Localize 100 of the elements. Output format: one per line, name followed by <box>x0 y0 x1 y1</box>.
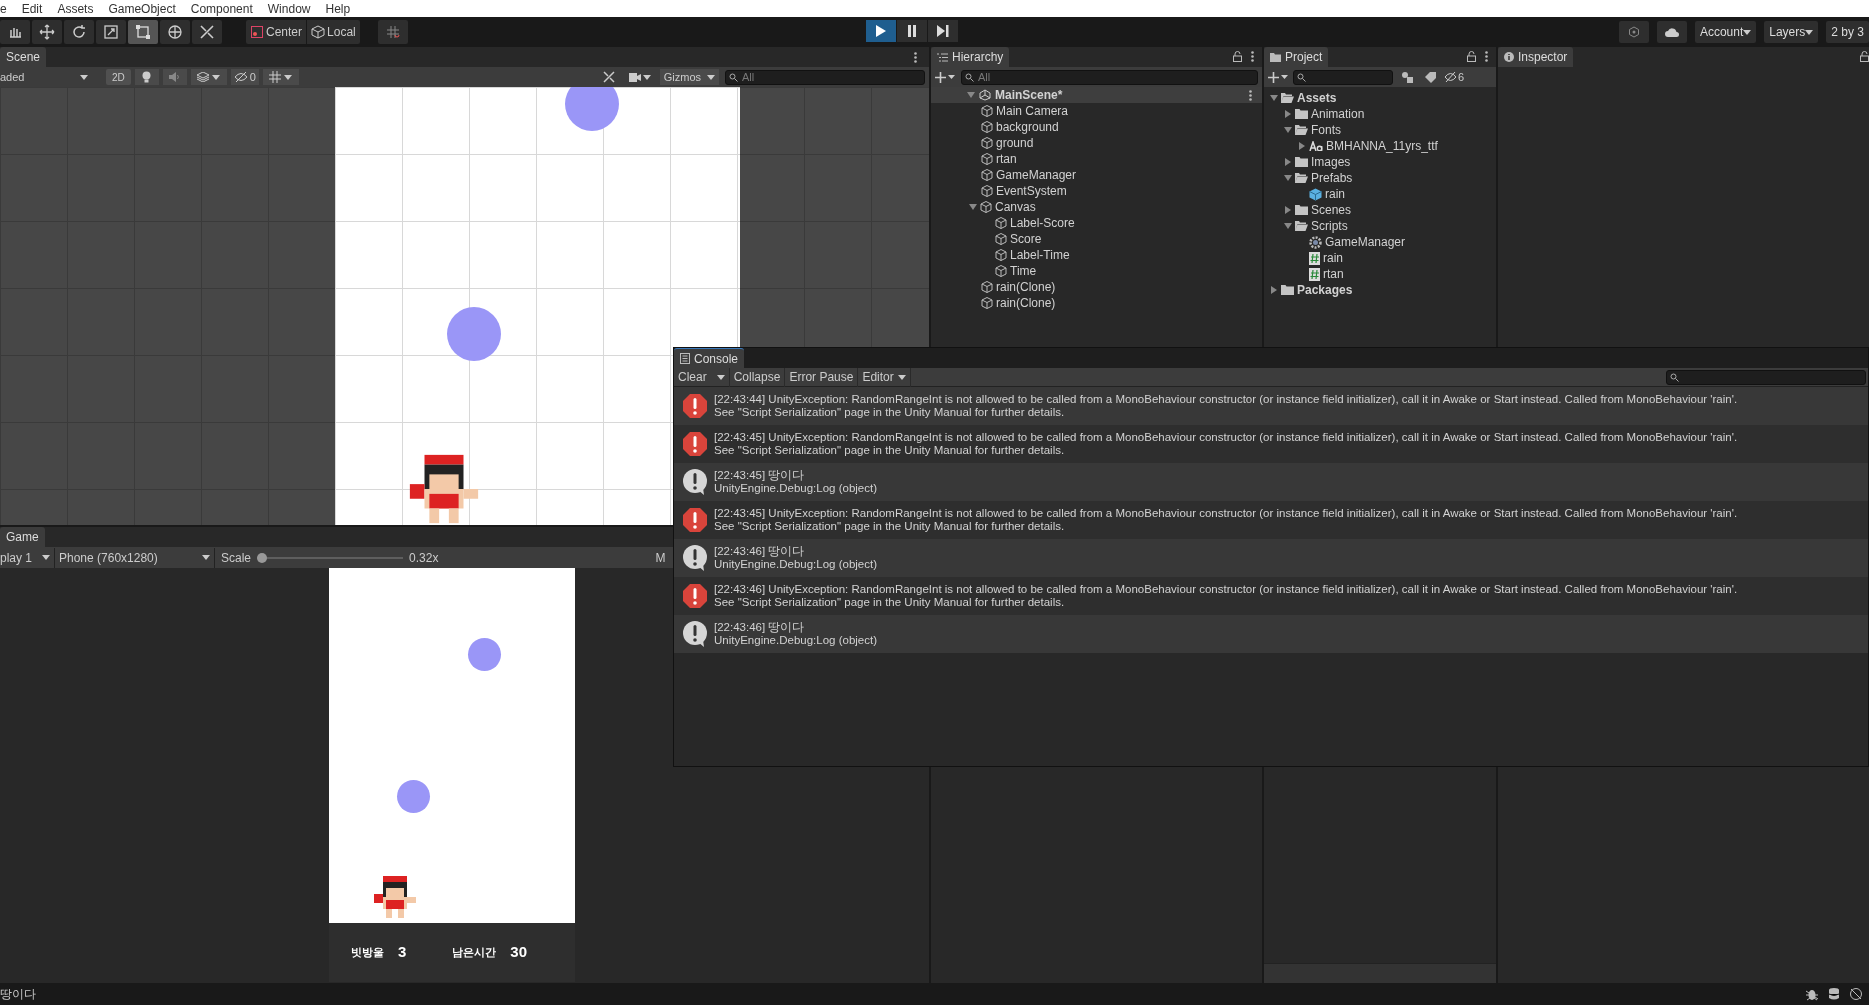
project-item[interactable]: Scenes <box>1264 202 1496 218</box>
hidden-packages-toggle[interactable]: 6 <box>1444 69 1465 85</box>
database-icon[interactable] <box>1827 987 1841 1001</box>
hierarchy-item[interactable]: rain(Clone) <box>931 279 1262 295</box>
hierarchy-item[interactable]: Label-Score <box>931 215 1262 231</box>
network-icon[interactable] <box>1849 987 1863 1001</box>
hierarchy-item[interactable]: Label-Time <box>931 247 1262 263</box>
gear-icon <box>1309 235 1322 249</box>
scale-slider[interactable] <box>257 552 404 563</box>
audio-button[interactable] <box>162 69 187 85</box>
hierarchy-tab[interactable]: Hierarchy <box>931 47 1010 67</box>
play-button[interactable] <box>866 20 896 42</box>
hierarchy-item[interactable]: Score <box>931 231 1262 247</box>
open-folder-icon <box>1295 173 1308 183</box>
console-entry[interactable]: [22:43:45] 땅이다 UnityEngine.Debug:Log (object) <box>674 463 1868 501</box>
tool-button[interactable] <box>96 20 126 44</box>
game-tab[interactable]: Game <box>0 527 45 547</box>
menu-item[interactable]: Component <box>190 0 253 18</box>
slider-thumb[interactable] <box>257 552 268 563</box>
menu-item[interactable]: Assets <box>57 0 94 18</box>
hierarchy-item[interactable]: ground <box>931 135 1262 151</box>
add-dropdown[interactable] <box>935 71 955 83</box>
space-button[interactable]: Local <box>307 20 360 44</box>
bug-icon[interactable] <box>1805 987 1819 1001</box>
resolution-dropdown[interactable]: Phone (760x1280) <box>55 547 215 568</box>
step-button[interactable] <box>928 20 958 42</box>
hierarchy-item[interactable]: background <box>931 119 1262 135</box>
project-item[interactable]: BMHANNA_11yrs_ttf <box>1264 138 1496 154</box>
console-entry[interactable] <box>674 387 1868 425</box>
menu-item[interactable]: Edit <box>21 0 43 18</box>
scene-tab[interactable]: Scene <box>0 47 47 67</box>
inspector-tab[interactable]: Inspector <box>1498 47 1574 67</box>
project-item[interactable]: Fonts <box>1264 122 1496 138</box>
console-toolbar-button[interactable]: Clear <box>674 367 730 387</box>
hierarchy-item[interactable]: Main Camera <box>931 103 1262 119</box>
console-entry[interactable]: [22:43:46] 땅이다 UnityEngine.Debug:Log (object) <box>674 615 1868 653</box>
account-dropdown[interactable]: Account <box>1694 21 1757 43</box>
hierarchy-item[interactable]: Canvas <box>931 199 1262 215</box>
caret-icon <box>202 555 210 560</box>
gizmos-dropdown[interactable]: Gizmos <box>659 69 719 85</box>
tool-button[interactable] <box>192 20 222 44</box>
grid-dropdown[interactable] <box>262 69 299 85</box>
rain-drop <box>565 87 619 131</box>
project-item[interactable]: Prefabs <box>1264 170 1496 186</box>
project-item[interactable]: rain <box>1264 186 1496 202</box>
display-dropdown[interactable]: play 1 <box>0 547 55 568</box>
cube-icon <box>980 201 992 213</box>
pause-button[interactable] <box>897 20 927 42</box>
project-item[interactable]: Assets <box>1264 90 1496 106</box>
tool-button[interactable] <box>32 20 62 44</box>
pivot-button[interactable]: Center <box>246 20 307 44</box>
lighting-button[interactable] <box>134 69 159 85</box>
console-toolbar-button[interactable]: Collapse <box>729 367 786 387</box>
layers-dropdown[interactable]: Layers <box>1764 21 1819 43</box>
add-dropdown[interactable] <box>1268 71 1288 83</box>
console-entry[interactable] <box>674 577 1868 615</box>
menu-item[interactable]: e <box>0 0 7 18</box>
plus-icon <box>935 71 946 83</box>
menu-item[interactable]: Help <box>325 0 351 18</box>
tool-button[interactable] <box>0 20 30 44</box>
menu-item[interactable]: Window <box>267 0 311 18</box>
console-entry[interactable] <box>674 425 1868 463</box>
scene-search-field[interactable]: All <box>725 69 925 85</box>
effects-dropdown[interactable] <box>190 69 227 85</box>
snap-button[interactable] <box>377 20 408 44</box>
hierarchy-item[interactable]: rain(Clone) <box>931 295 1262 311</box>
cloud-button[interactable] <box>1656 21 1687 43</box>
project-tab[interactable]: Project <box>1264 47 1329 67</box>
menu-item[interactable]: GameObject <box>108 0 176 18</box>
project-item[interactable]: Scripts <box>1264 218 1496 234</box>
console-search-field[interactable] <box>1666 369 1866 385</box>
tool-button[interactable] <box>128 20 158 44</box>
services-button[interactable] <box>1618 21 1649 43</box>
draw-mode-dropdown[interactable]: aded <box>0 69 92 85</box>
project-item[interactable]: Animation <box>1264 106 1496 122</box>
project-item[interactable]: Images <box>1264 154 1496 170</box>
project-item[interactable]: Packages <box>1264 282 1496 298</box>
console-toolbar-button[interactable]: Error Pause <box>785 367 859 387</box>
project-search-field[interactable] <box>1293 69 1393 85</box>
hierarchy-item[interactable]: EventSystem <box>931 183 1262 199</box>
project-item[interactable]: rain <box>1264 250 1496 266</box>
hierarchy-item[interactable]: rtan <box>931 151 1262 167</box>
console-entry[interactable]: [22:43:46] 땅이다 UnityEngine.Debug:Log (object) <box>674 539 1868 577</box>
project-item[interactable]: GameManager <box>1264 234 1496 250</box>
cube-icon <box>981 153 993 165</box>
status-message: 땅이다 <box>0 986 36 1003</box>
console-entry[interactable] <box>674 501 1868 539</box>
shapes-icon <box>1401 71 1413 83</box>
scene-header[interactable]: MainScene* <box>931 87 1262 103</box>
visibility-toggle[interactable]: 0 <box>230 69 259 85</box>
project-item[interactable]: rtan <box>1264 266 1496 282</box>
tool-button[interactable] <box>64 20 94 44</box>
console-toolbar-button[interactable]: Editor <box>858 367 911 387</box>
console-tab[interactable]: Console <box>674 348 745 368</box>
tool-button[interactable] <box>160 20 190 44</box>
hierarchy-search-field[interactable]: All <box>961 69 1258 85</box>
layout-dropdown[interactable]: 2 by 3 <box>1826 21 1869 43</box>
mode-2d-toggle[interactable]: 2D <box>106 69 131 85</box>
hierarchy-item[interactable]: Time <box>931 263 1262 279</box>
hierarchy-item[interactable]: GameManager <box>931 167 1262 183</box>
